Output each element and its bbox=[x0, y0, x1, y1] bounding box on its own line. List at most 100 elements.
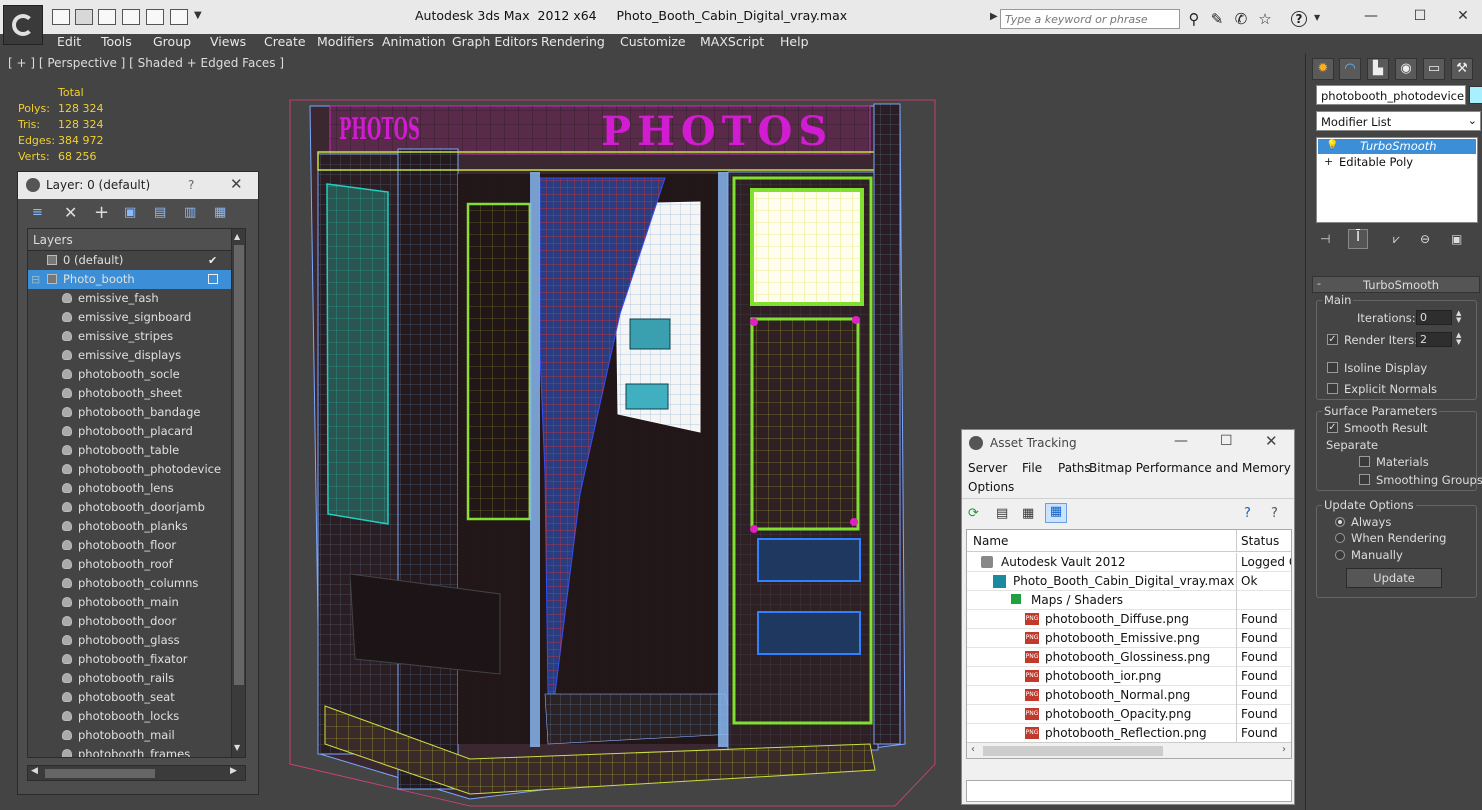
layer-object-row[interactable]: photobooth_table bbox=[28, 441, 231, 460]
layer-object-row[interactable]: photobooth_planks bbox=[28, 517, 231, 536]
menu-rendering[interactable]: Rendering bbox=[541, 34, 605, 50]
select-objects-icon[interactable]: ▣ bbox=[124, 205, 140, 221]
turbosmooth-rollout-header[interactable]: - TurboSmooth bbox=[1312, 276, 1480, 293]
asset-menu-paths[interactable]: Paths bbox=[1058, 461, 1091, 475]
when-rendering-radio[interactable] bbox=[1335, 533, 1345, 543]
always-radio[interactable] bbox=[1335, 517, 1345, 527]
asset-close-icon[interactable]: ✕ bbox=[1265, 432, 1278, 450]
show-end-result-icon[interactable]: Ī bbox=[1348, 229, 1368, 249]
layer-vertical-scrollbar[interactable]: ▲ ▼ bbox=[231, 229, 245, 757]
layer-object-row[interactable]: photobooth_locks bbox=[28, 707, 231, 726]
layer-object-row[interactable]: photobooth_placard bbox=[28, 422, 231, 441]
communication-icon[interactable]: ✆ bbox=[1232, 10, 1250, 28]
modifier-list-dropdown[interactable]: Modifier List ⌄ bbox=[1316, 111, 1481, 131]
layer-object-row[interactable]: photobooth_rails bbox=[28, 669, 231, 688]
collapse-layer-icon[interactable]: ⊟ bbox=[31, 270, 40, 289]
layer-object-row[interactable]: photobooth_lens bbox=[28, 479, 231, 498]
binoculars-icon[interactable]: ⚲ bbox=[1185, 10, 1203, 28]
menu-group[interactable]: Group bbox=[153, 34, 191, 50]
add-to-layer-icon[interactable]: + bbox=[94, 202, 110, 223]
layer-row[interactable]: 0 (default) ✔ bbox=[28, 251, 231, 270]
asset-menu-file[interactable]: File bbox=[1022, 461, 1042, 475]
asset-row[interactable]: Autodesk Vault 2012 Logged O bbox=[967, 553, 1291, 572]
object-name-field[interactable]: photobooth_photodevice bbox=[1316, 85, 1466, 105]
viewport-label[interactable]: [ + ] [ Perspective ] [ Shaded + Edged F… bbox=[8, 56, 284, 70]
layer-object-row[interactable]: photobooth_seat bbox=[28, 688, 231, 707]
update-button[interactable]: Update bbox=[1346, 568, 1442, 588]
menu-animation[interactable]: Animation bbox=[382, 34, 446, 50]
asset-row[interactable]: Maps / Shaders bbox=[967, 591, 1291, 610]
maximize-icon[interactable]: ☐ bbox=[1405, 6, 1435, 26]
asset-path-field[interactable] bbox=[966, 780, 1292, 802]
layer-object-row[interactable]: emissive_fash bbox=[28, 289, 231, 308]
help-vault-icon[interactable]: ? bbox=[1244, 506, 1251, 521]
explicit-normals-checkbox[interactable] bbox=[1327, 383, 1338, 394]
manually-radio[interactable] bbox=[1335, 550, 1345, 560]
hide-all-icon[interactable]: ▥ bbox=[184, 205, 200, 221]
hierarchy-tab-icon[interactable]: ▙ bbox=[1367, 58, 1389, 80]
layer-close-icon[interactable]: ✕ bbox=[230, 175, 243, 193]
render-iters-spinner-arrows[interactable]: ▲ ▼ bbox=[1456, 332, 1461, 346]
table-view-icon[interactable]: ▦ bbox=[1045, 503, 1067, 523]
scroll-left-icon[interactable]: ◀ bbox=[31, 766, 38, 776]
modify-tab-icon[interactable]: ◠ bbox=[1339, 58, 1361, 80]
create-layer-icon[interactable]: ≡ bbox=[32, 205, 48, 221]
layer-object-row[interactable]: photobooth_bandage bbox=[28, 403, 231, 422]
layer-object-row[interactable]: emissive_displays bbox=[28, 346, 231, 365]
fetch-icon[interactable] bbox=[170, 9, 188, 25]
current-layer-check-icon[interactable]: ✔ bbox=[208, 251, 217, 270]
column-status-header[interactable]: Status bbox=[1236, 530, 1279, 552]
menu-edit[interactable]: Edit bbox=[57, 34, 81, 50]
scroll-right-icon[interactable]: ▶ bbox=[230, 766, 237, 776]
asset-row[interactable]: PNG photobooth_Glossiness.png Found bbox=[967, 648, 1291, 667]
refresh-icon[interactable]: ⟳ bbox=[968, 506, 979, 521]
remove-modifier-icon[interactable]: ⊖ bbox=[1420, 232, 1430, 246]
expand-plus-icon[interactable]: + bbox=[1324, 155, 1333, 168]
menu-modifiers[interactable]: Modifiers bbox=[317, 34, 374, 50]
layer-help-icon[interactable]: ? bbox=[188, 178, 194, 192]
layer-object-row[interactable]: photobooth_sheet bbox=[28, 384, 231, 403]
asset-menu-bitmap[interactable]: Bitmap Performance and Memory bbox=[1089, 461, 1291, 475]
menu-tools[interactable]: Tools bbox=[101, 34, 132, 50]
asset-row[interactable]: PNG photobooth_Diffuse.png Found bbox=[967, 610, 1291, 629]
layer-scroll-thumb[interactable] bbox=[234, 245, 244, 685]
close-icon[interactable]: ✕ bbox=[1448, 6, 1478, 26]
asset-row[interactable]: PNG photobooth_Normal.png Found bbox=[967, 686, 1291, 705]
make-unique-icon[interactable]: ⩗ bbox=[1393, 232, 1400, 247]
undo-icon[interactable] bbox=[98, 9, 116, 25]
asset-title-bar[interactable]: Asset Tracking — ☐ ✕ bbox=[962, 430, 1294, 457]
materials-checkbox[interactable] bbox=[1359, 456, 1370, 467]
favorites-star-icon[interactable]: ☆ bbox=[1256, 10, 1274, 28]
layer-title-bar[interactable]: Layer: 0 (default) ? ✕ bbox=[18, 172, 258, 199]
thumbnail-view-icon[interactable]: ▦ bbox=[1022, 506, 1034, 521]
asset-scroll-right-icon[interactable]: › bbox=[1282, 744, 1286, 755]
app-logo-icon[interactable] bbox=[3, 5, 43, 45]
layers-column-header[interactable]: Layers bbox=[28, 229, 245, 251]
layer-object-row[interactable]: photobooth_door bbox=[28, 612, 231, 631]
iterations-spinner[interactable]: 0 bbox=[1416, 310, 1452, 325]
render-iters-checkbox[interactable]: ✓ bbox=[1327, 334, 1338, 345]
new-file-icon[interactable] bbox=[52, 9, 70, 25]
stack-item-editable-poly[interactable]: Editable Poly bbox=[1318, 155, 1476, 170]
smoothing-groups-checkbox[interactable] bbox=[1359, 474, 1370, 485]
help-icon[interactable]: ? bbox=[1291, 11, 1307, 27]
layer-horizontal-scrollbar[interactable]: ◀ ▶ bbox=[27, 765, 246, 781]
column-name-header[interactable]: Name bbox=[973, 534, 1008, 548]
layer-object-row[interactable]: photobooth_floor bbox=[28, 536, 231, 555]
menu-help[interactable]: Help bbox=[780, 34, 809, 50]
menu-views[interactable]: Views bbox=[210, 34, 246, 50]
asset-row[interactable]: PNG photobooth_Emissive.png Found bbox=[967, 629, 1291, 648]
highlight-layer-icon[interactable]: ▤ bbox=[154, 205, 170, 221]
scroll-up-icon[interactable]: ▲ bbox=[234, 232, 240, 241]
asset-row[interactable]: PNG photobooth_Reflection.png Found bbox=[967, 724, 1291, 743]
layer-object-row[interactable]: photobooth_columns bbox=[28, 574, 231, 593]
freeze-all-icon[interactable]: ▦ bbox=[214, 205, 230, 221]
asset-scroll-left-icon[interactable]: ‹ bbox=[971, 744, 975, 755]
layer-object-row[interactable]: photobooth_roof bbox=[28, 555, 231, 574]
quick-access-dropdown-icon[interactable]: ▼ bbox=[194, 10, 206, 26]
asset-minimize-icon[interactable]: — bbox=[1174, 433, 1188, 449]
stack-item-turbosmooth[interactable]: TurboSmooth bbox=[1318, 139, 1476, 154]
isoline-display-checkbox[interactable] bbox=[1327, 362, 1338, 373]
menu-create[interactable]: Create bbox=[264, 34, 306, 50]
asset-row[interactable]: PNG photobooth_ior.png Found bbox=[967, 667, 1291, 686]
